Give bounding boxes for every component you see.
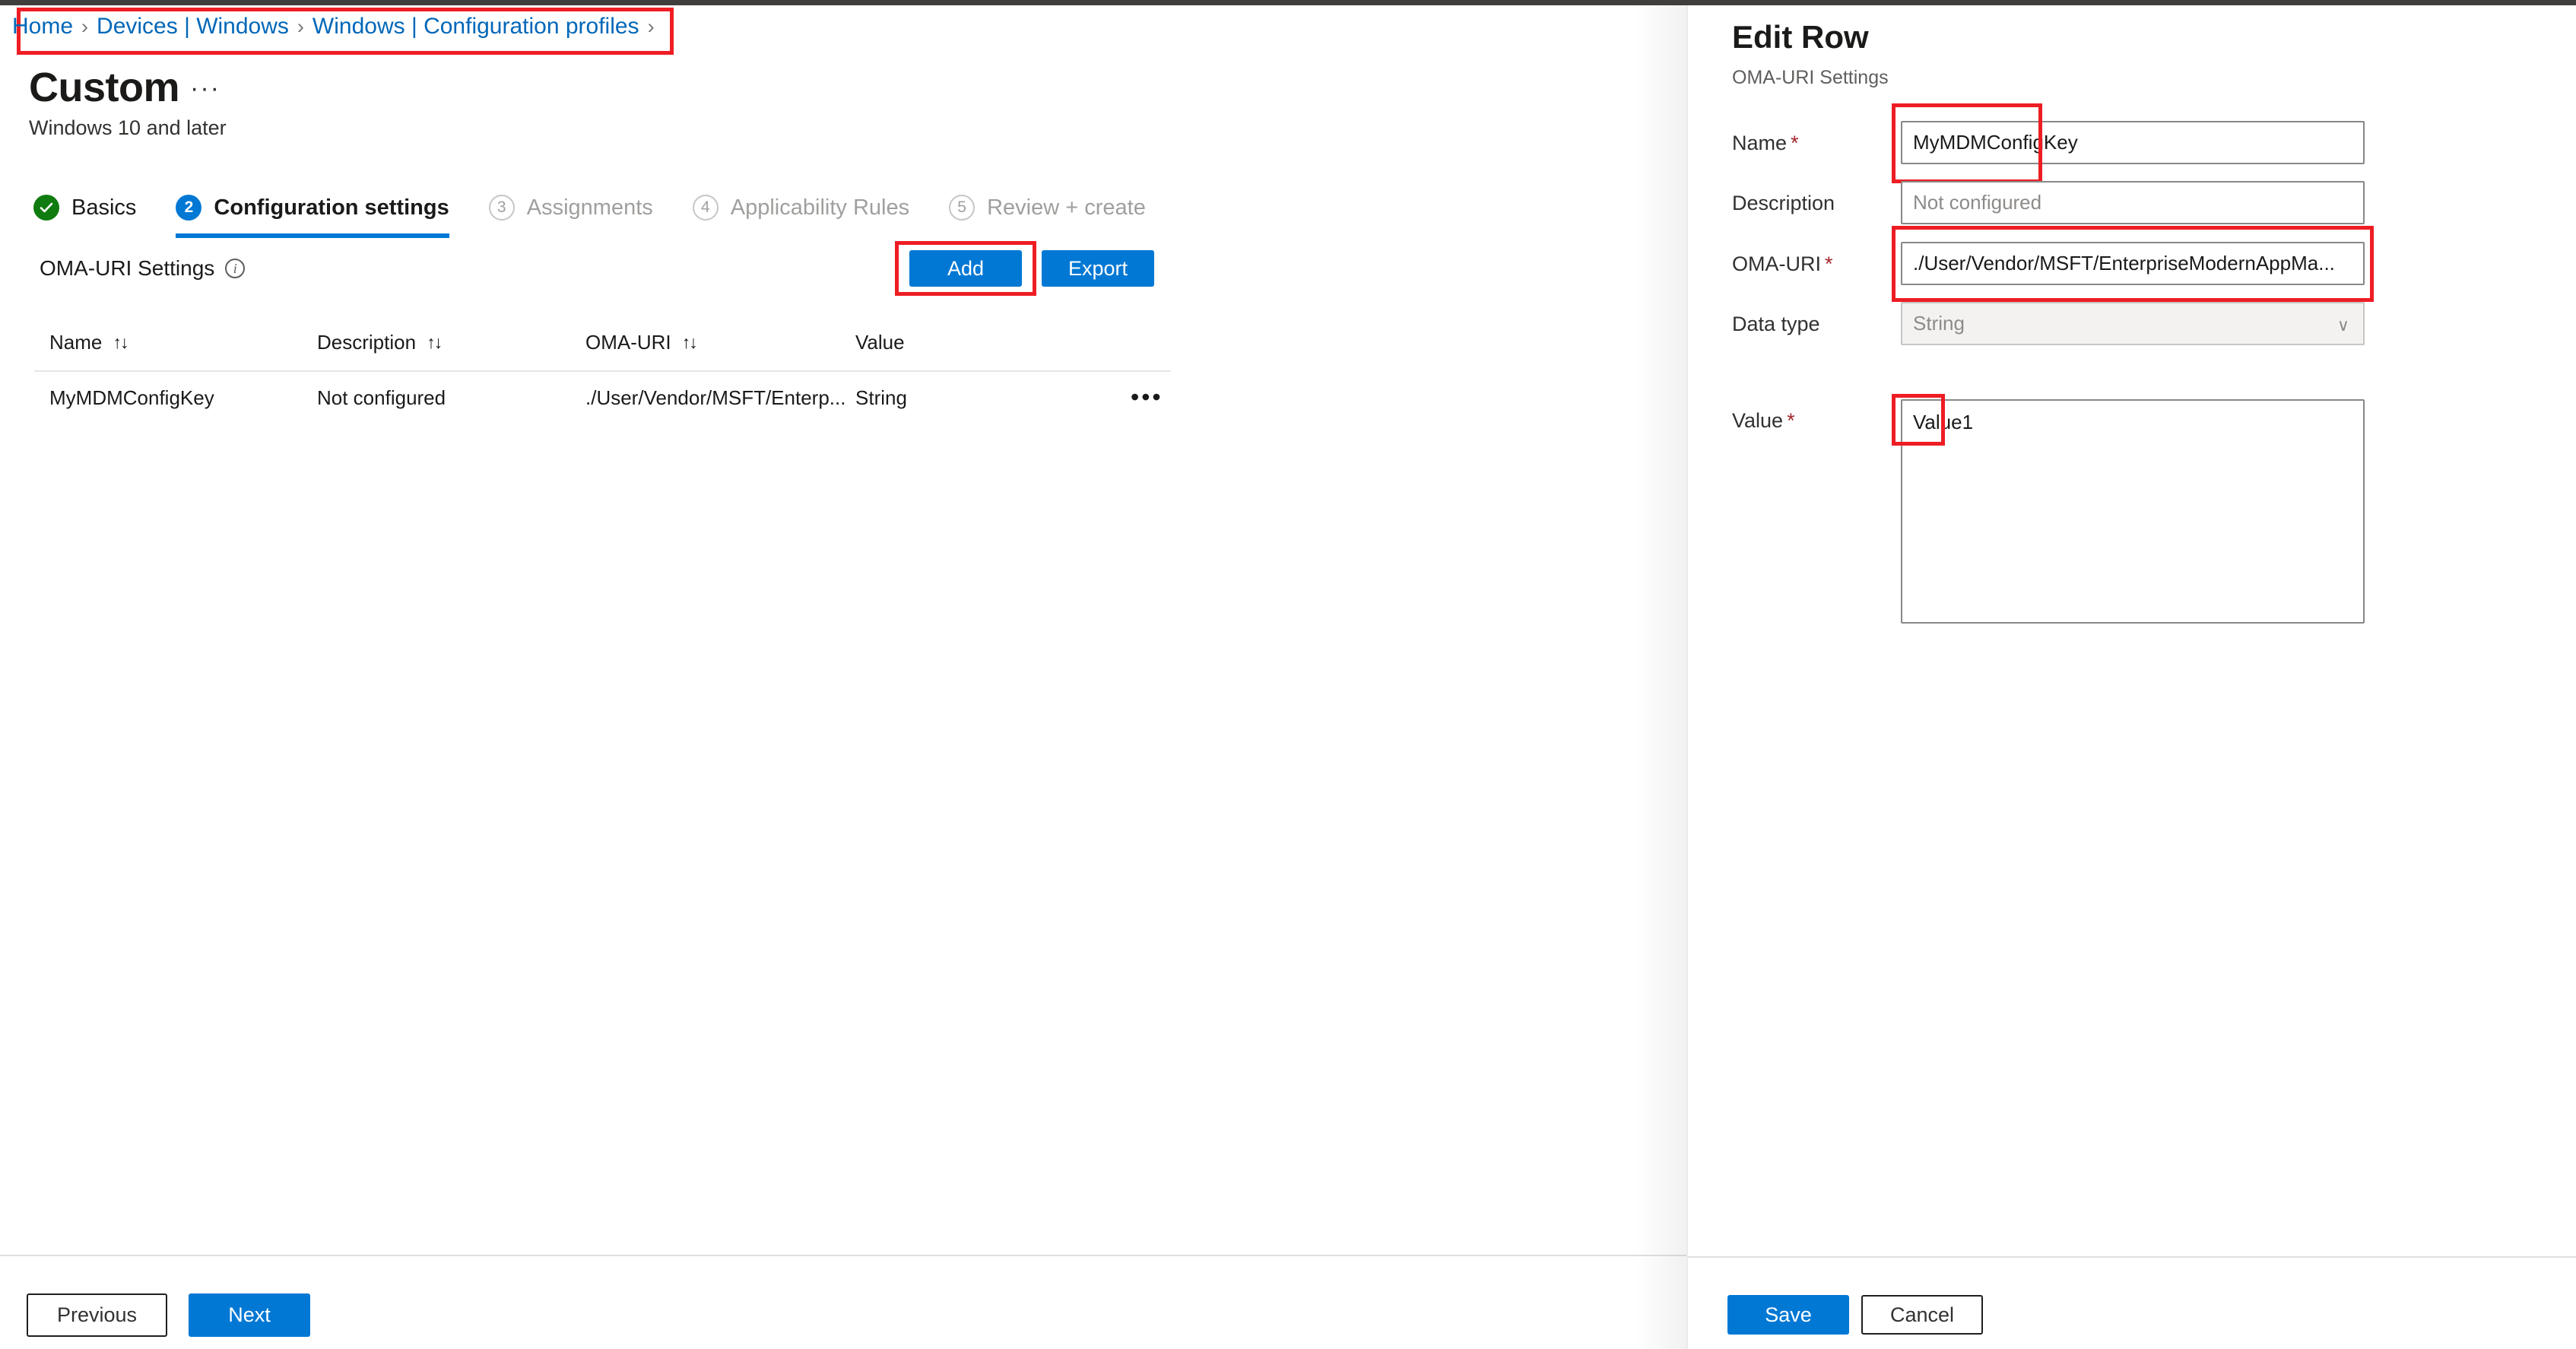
cell-description: Not configured — [317, 386, 576, 410]
check-icon — [33, 195, 59, 221]
wizard-step-applicability-rules[interactable]: 4 Applicability Rules — [693, 186, 909, 229]
save-button[interactable]: Save — [1727, 1295, 1849, 1335]
breadcrumb-item-home[interactable]: Home — [12, 14, 73, 39]
label-text: OMA-URI — [1732, 252, 1821, 275]
field-label-oma-uri: OMA-URI* — [1732, 252, 1833, 276]
field-label-description: Description — [1732, 191, 1835, 215]
label-text: Data type — [1732, 313, 1820, 335]
panel-subtitle: OMA-URI Settings — [1732, 66, 1889, 89]
column-header-label: Name — [49, 331, 102, 354]
table-header-row: Name ↑↓ Description ↑↓ OMA-URI ↑↓ Value — [34, 325, 1171, 370]
wizard-step-basics[interactable]: Basics — [33, 186, 136, 229]
panel-footer-divider — [1688, 1256, 2576, 1258]
sort-icon[interactable]: ↑↓ — [113, 334, 127, 351]
field-label-value: Value* — [1732, 408, 1795, 433]
column-header-description[interactable]: Description ↑↓ — [317, 331, 441, 354]
required-marker: * — [1791, 132, 1799, 154]
label-text: Name — [1732, 132, 1787, 154]
column-header-label: Value — [855, 331, 905, 354]
breadcrumb-item-windows-configuration-profiles[interactable]: Windows | Configuration profiles — [312, 14, 639, 39]
page-subtitle: Windows 10 and later — [29, 116, 227, 140]
page-context-menu-button[interactable]: ··· — [190, 74, 220, 103]
breadcrumb-separator-trailing: › — [648, 15, 655, 38]
oma-uri-settings-header: OMA-URI Settings i — [40, 256, 245, 281]
oma-uri-settings-table: Name ↑↓ Description ↑↓ OMA-URI ↑↓ Value — [34, 325, 1171, 370]
cell-value: String — [855, 386, 1083, 410]
sort-icon[interactable]: ↑↓ — [427, 334, 441, 351]
add-button[interactable]: Add — [909, 250, 1022, 287]
required-marker: * — [1825, 252, 1833, 275]
wizard-step-label: Review + create — [987, 195, 1146, 221]
breadcrumb-item-devices-windows[interactable]: Devices | Windows — [97, 14, 289, 39]
wizard-steps: Basics 2 Configuration settings 3 Assign… — [33, 186, 1185, 229]
column-header-oma-uri[interactable]: OMA-URI ↑↓ — [585, 331, 696, 354]
breadcrumb-separator: › — [81, 15, 88, 38]
table-row[interactable]: MyMDMConfigKey Not configured ./User/Ven… — [34, 376, 1171, 420]
oma-uri-input[interactable]: ./User/Vendor/MSFT/EnterpriseModernAppMa… — [1901, 242, 2365, 285]
main-blade: Home › Devices | Windows › Windows | Configu… — [0, 5, 1686, 1349]
breadcrumb-separator: › — [297, 15, 304, 38]
step-number-badge: 4 — [693, 195, 719, 221]
step-number-badge: 3 — [489, 195, 515, 221]
field-label-name: Name* — [1732, 131, 1799, 155]
export-button[interactable]: Export — [1042, 250, 1154, 287]
edit-row-panel: Edit Row OMA-URI Settings Name* MyMDMCon… — [1686, 5, 2576, 1349]
previous-button[interactable]: Previous — [27, 1293, 167, 1337]
cell-name: MyMDMConfigKey — [49, 386, 308, 410]
cancel-button[interactable]: Cancel — [1861, 1295, 1983, 1335]
wizard-step-assignments[interactable]: 3 Assignments — [489, 186, 653, 229]
column-header-label: OMA-URI — [585, 331, 671, 354]
column-header-label: Description — [317, 331, 416, 354]
wizard-step-label: Applicability Rules — [731, 195, 909, 221]
field-label-data-type: Data type — [1732, 312, 1820, 336]
table-header-divider — [34, 370, 1171, 372]
row-actions-button[interactable]: ••• — [1131, 383, 1163, 411]
data-type-select[interactable]: String ∨ — [1901, 302, 2365, 345]
wizard-step-configuration-settings[interactable]: 2 Configuration settings — [176, 186, 449, 229]
oma-uri-settings-label: OMA-URI Settings — [40, 256, 214, 281]
required-marker: * — [1787, 409, 1795, 432]
info-icon[interactable]: i — [225, 259, 245, 278]
column-header-value[interactable]: Value — [855, 331, 905, 354]
breadcrumb: Home › Devices | Windows › Windows | Configu… — [12, 15, 663, 38]
wizard-step-label: Basics — [71, 195, 136, 221]
column-header-name[interactable]: Name ↑↓ — [49, 331, 127, 354]
chevron-down-icon: ∨ — [2337, 303, 2349, 345]
step-number-badge: 5 — [949, 195, 975, 221]
cell-oma-uri: ./User/Vendor/MSFT/Enterp... — [585, 386, 848, 410]
app-root: Home › Devices | Windows › Windows | Configu… — [0, 0, 2576, 1349]
step-number-badge: 2 — [176, 195, 201, 221]
name-input[interactable]: MyMDMConfigKey — [1901, 121, 2365, 164]
main-footer-divider — [0, 1255, 1686, 1256]
label-text: Description — [1732, 192, 1835, 214]
value-textarea[interactable]: Value1 — [1901, 399, 2365, 624]
wizard-step-label: Configuration settings — [214, 195, 449, 221]
next-button[interactable]: Next — [189, 1293, 310, 1337]
data-type-selected-value: String — [1913, 312, 1965, 335]
panel-title: Edit Row — [1732, 19, 1869, 56]
active-step-underline — [176, 233, 449, 238]
description-input[interactable]: Not configured — [1901, 181, 2365, 224]
label-text: Value — [1732, 409, 1783, 432]
wizard-step-label: Assignments — [527, 195, 653, 221]
sort-icon[interactable]: ↑↓ — [682, 334, 696, 351]
wizard-step-review-create[interactable]: 5 Review + create — [949, 186, 1146, 229]
window-top-band — [0, 0, 2576, 5]
page-title: Custom — [29, 65, 179, 110]
